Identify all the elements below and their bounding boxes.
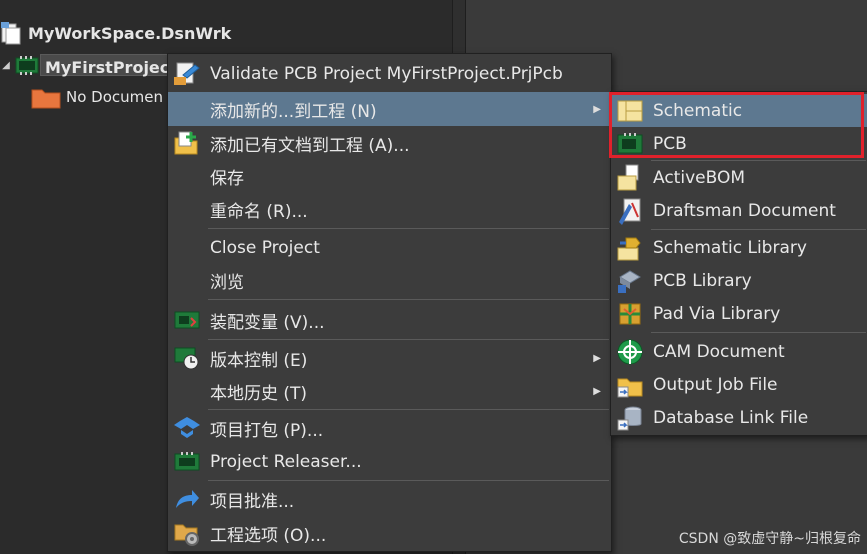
menu-item-label: Project Releaser... xyxy=(210,451,362,472)
submenu-item-draftsman[interactable]: Draftsman Document xyxy=(611,194,867,227)
submenu-item-label: Draftsman Document xyxy=(653,200,836,221)
folder-icon xyxy=(31,89,61,109)
database-link-icon xyxy=(615,404,645,432)
submenu-item-label: Pad Via Library xyxy=(653,303,781,324)
menu-item-label: 重命名 (R)... xyxy=(210,202,308,222)
submenu-item-label: Output Job File xyxy=(653,374,778,395)
add-new-submenu: Schematic PCB ActiveBOM Draftsman Docume… xyxy=(610,91,867,436)
menu-item-label: 版本控制 (E) xyxy=(210,350,308,371)
pcb-icon xyxy=(615,130,645,158)
submenu-item-label: Database Link File xyxy=(653,407,809,428)
submenu-arrow-icon: ▶ xyxy=(593,103,601,115)
pad-via-library-icon xyxy=(615,300,645,328)
submenu-item-label: Schematic Library xyxy=(653,237,807,258)
menu-item-assembly-variants[interactable]: 装配变量 (V)... xyxy=(168,302,611,338)
add-existing-icon xyxy=(172,129,202,157)
pcb-project-icon xyxy=(15,56,39,75)
project-approve-icon xyxy=(172,485,202,513)
menu-item-save[interactable]: 保存 xyxy=(168,160,611,193)
schematic-icon xyxy=(615,97,645,125)
project-packager-icon xyxy=(172,414,202,442)
menu-separator xyxy=(208,480,609,481)
submenu-item-output-job[interactable]: Output Job File xyxy=(611,368,867,401)
menu-item-project-releaser[interactable]: Project Releaser... xyxy=(168,445,611,478)
project-context-menu: Validate PCB Project MyFirstProject.PrjP… xyxy=(167,53,612,552)
menu-item-label: 工程选项 (O)... xyxy=(210,525,327,546)
assembly-variants-icon xyxy=(172,306,202,334)
menu-item-label: 添加新的...到工程 (N) xyxy=(210,101,377,122)
menu-separator xyxy=(651,332,866,333)
watermark: CSDN @致虚守静~归根复命 xyxy=(678,531,861,547)
version-control-icon xyxy=(172,344,202,372)
menu-separator xyxy=(208,228,609,229)
menu-item-label: Validate PCB Project MyFirstProject.PrjP… xyxy=(210,64,563,84)
menu-item-label: 添加已有文档到工程 (A)... xyxy=(210,135,410,156)
submenu-item-pad-via-library[interactable]: Pad Via Library xyxy=(611,297,867,330)
tree-item-no-documents[interactable]: No Documen xyxy=(30,84,163,110)
workspace-icon xyxy=(1,22,21,45)
submenu-item-label: Schematic xyxy=(653,100,743,121)
menu-item-label: 保存 xyxy=(210,169,244,189)
menu-item-label: 项目打包 (P)... xyxy=(210,420,324,441)
cam-document-icon xyxy=(615,338,645,366)
draftsman-icon xyxy=(615,197,645,225)
menu-item-label: Close Project xyxy=(210,237,320,258)
submenu-item-cam-document[interactable]: CAM Document xyxy=(611,335,867,368)
submenu-item-label: ActiveBOM xyxy=(653,167,745,188)
submenu-item-label: PCB Library xyxy=(653,270,752,291)
submenu-item-label: PCB xyxy=(653,133,687,154)
pcb-library-icon xyxy=(615,267,645,295)
menu-item-label: 本地历史 (T) xyxy=(210,384,308,404)
schematic-library-icon xyxy=(615,234,645,262)
activebom-icon xyxy=(615,164,645,192)
menu-separator xyxy=(208,339,609,340)
no-documents-label: No Documen xyxy=(66,88,163,106)
menu-item-add-new-to-project[interactable]: 添加新的...到工程 (N) ▶ xyxy=(168,92,611,126)
collapse-triangle-icon[interactable]: ◢ xyxy=(0,60,12,71)
menu-item-label: 装配变量 (V)... xyxy=(210,312,325,333)
menu-item-close-project[interactable]: Close Project xyxy=(168,231,611,264)
submenu-item-schematic-library[interactable]: Schematic Library xyxy=(611,231,867,264)
menu-separator xyxy=(208,299,609,300)
menu-item-validate[interactable]: Validate PCB Project MyFirstProject.PrjP… xyxy=(168,56,611,92)
submenu-item-database-link[interactable]: Database Link File xyxy=(611,401,867,434)
menu-item-label: 项目批准... xyxy=(210,491,295,512)
submenu-item-pcb-library[interactable]: PCB Library xyxy=(611,264,867,297)
workspace-label: MyWorkSpace.DsnWrk xyxy=(28,23,232,43)
project-releaser-icon xyxy=(172,448,202,476)
submenu-arrow-icon: ▶ xyxy=(593,386,601,397)
validate-icon xyxy=(172,60,202,88)
menu-item-local-history[interactable]: 本地历史 (T) ▶ xyxy=(168,375,611,408)
submenu-item-activebom[interactable]: ActiveBOM xyxy=(611,161,867,194)
project-options-icon xyxy=(172,519,202,547)
submenu-arrow-icon: ▶ xyxy=(593,352,601,364)
submenu-item-pcb[interactable]: PCB xyxy=(611,127,867,160)
menu-item-project-approve[interactable]: 项目批准... xyxy=(168,482,611,516)
menu-item-explore[interactable]: 浏览 xyxy=(168,264,611,297)
tree-item-workspace[interactable]: MyWorkSpace.DsnWrk xyxy=(0,20,231,46)
menu-separator xyxy=(208,409,609,410)
submenu-item-schematic[interactable]: Schematic xyxy=(611,94,867,127)
submenu-item-label: CAM Document xyxy=(653,341,785,362)
menu-item-version-control[interactable]: 版本控制 (E) ▶ xyxy=(168,341,611,375)
menu-separator xyxy=(651,229,866,230)
output-job-icon xyxy=(615,371,645,399)
menu-item-add-existing[interactable]: 添加已有文档到工程 (A)... xyxy=(168,126,611,160)
menu-item-rename[interactable]: 重命名 (R)... xyxy=(168,193,611,226)
menu-item-label: 浏览 xyxy=(210,273,244,293)
menu-item-project-options[interactable]: 工程选项 (O)... xyxy=(168,516,611,550)
menu-item-project-packager[interactable]: 项目打包 (P)... xyxy=(168,411,611,445)
